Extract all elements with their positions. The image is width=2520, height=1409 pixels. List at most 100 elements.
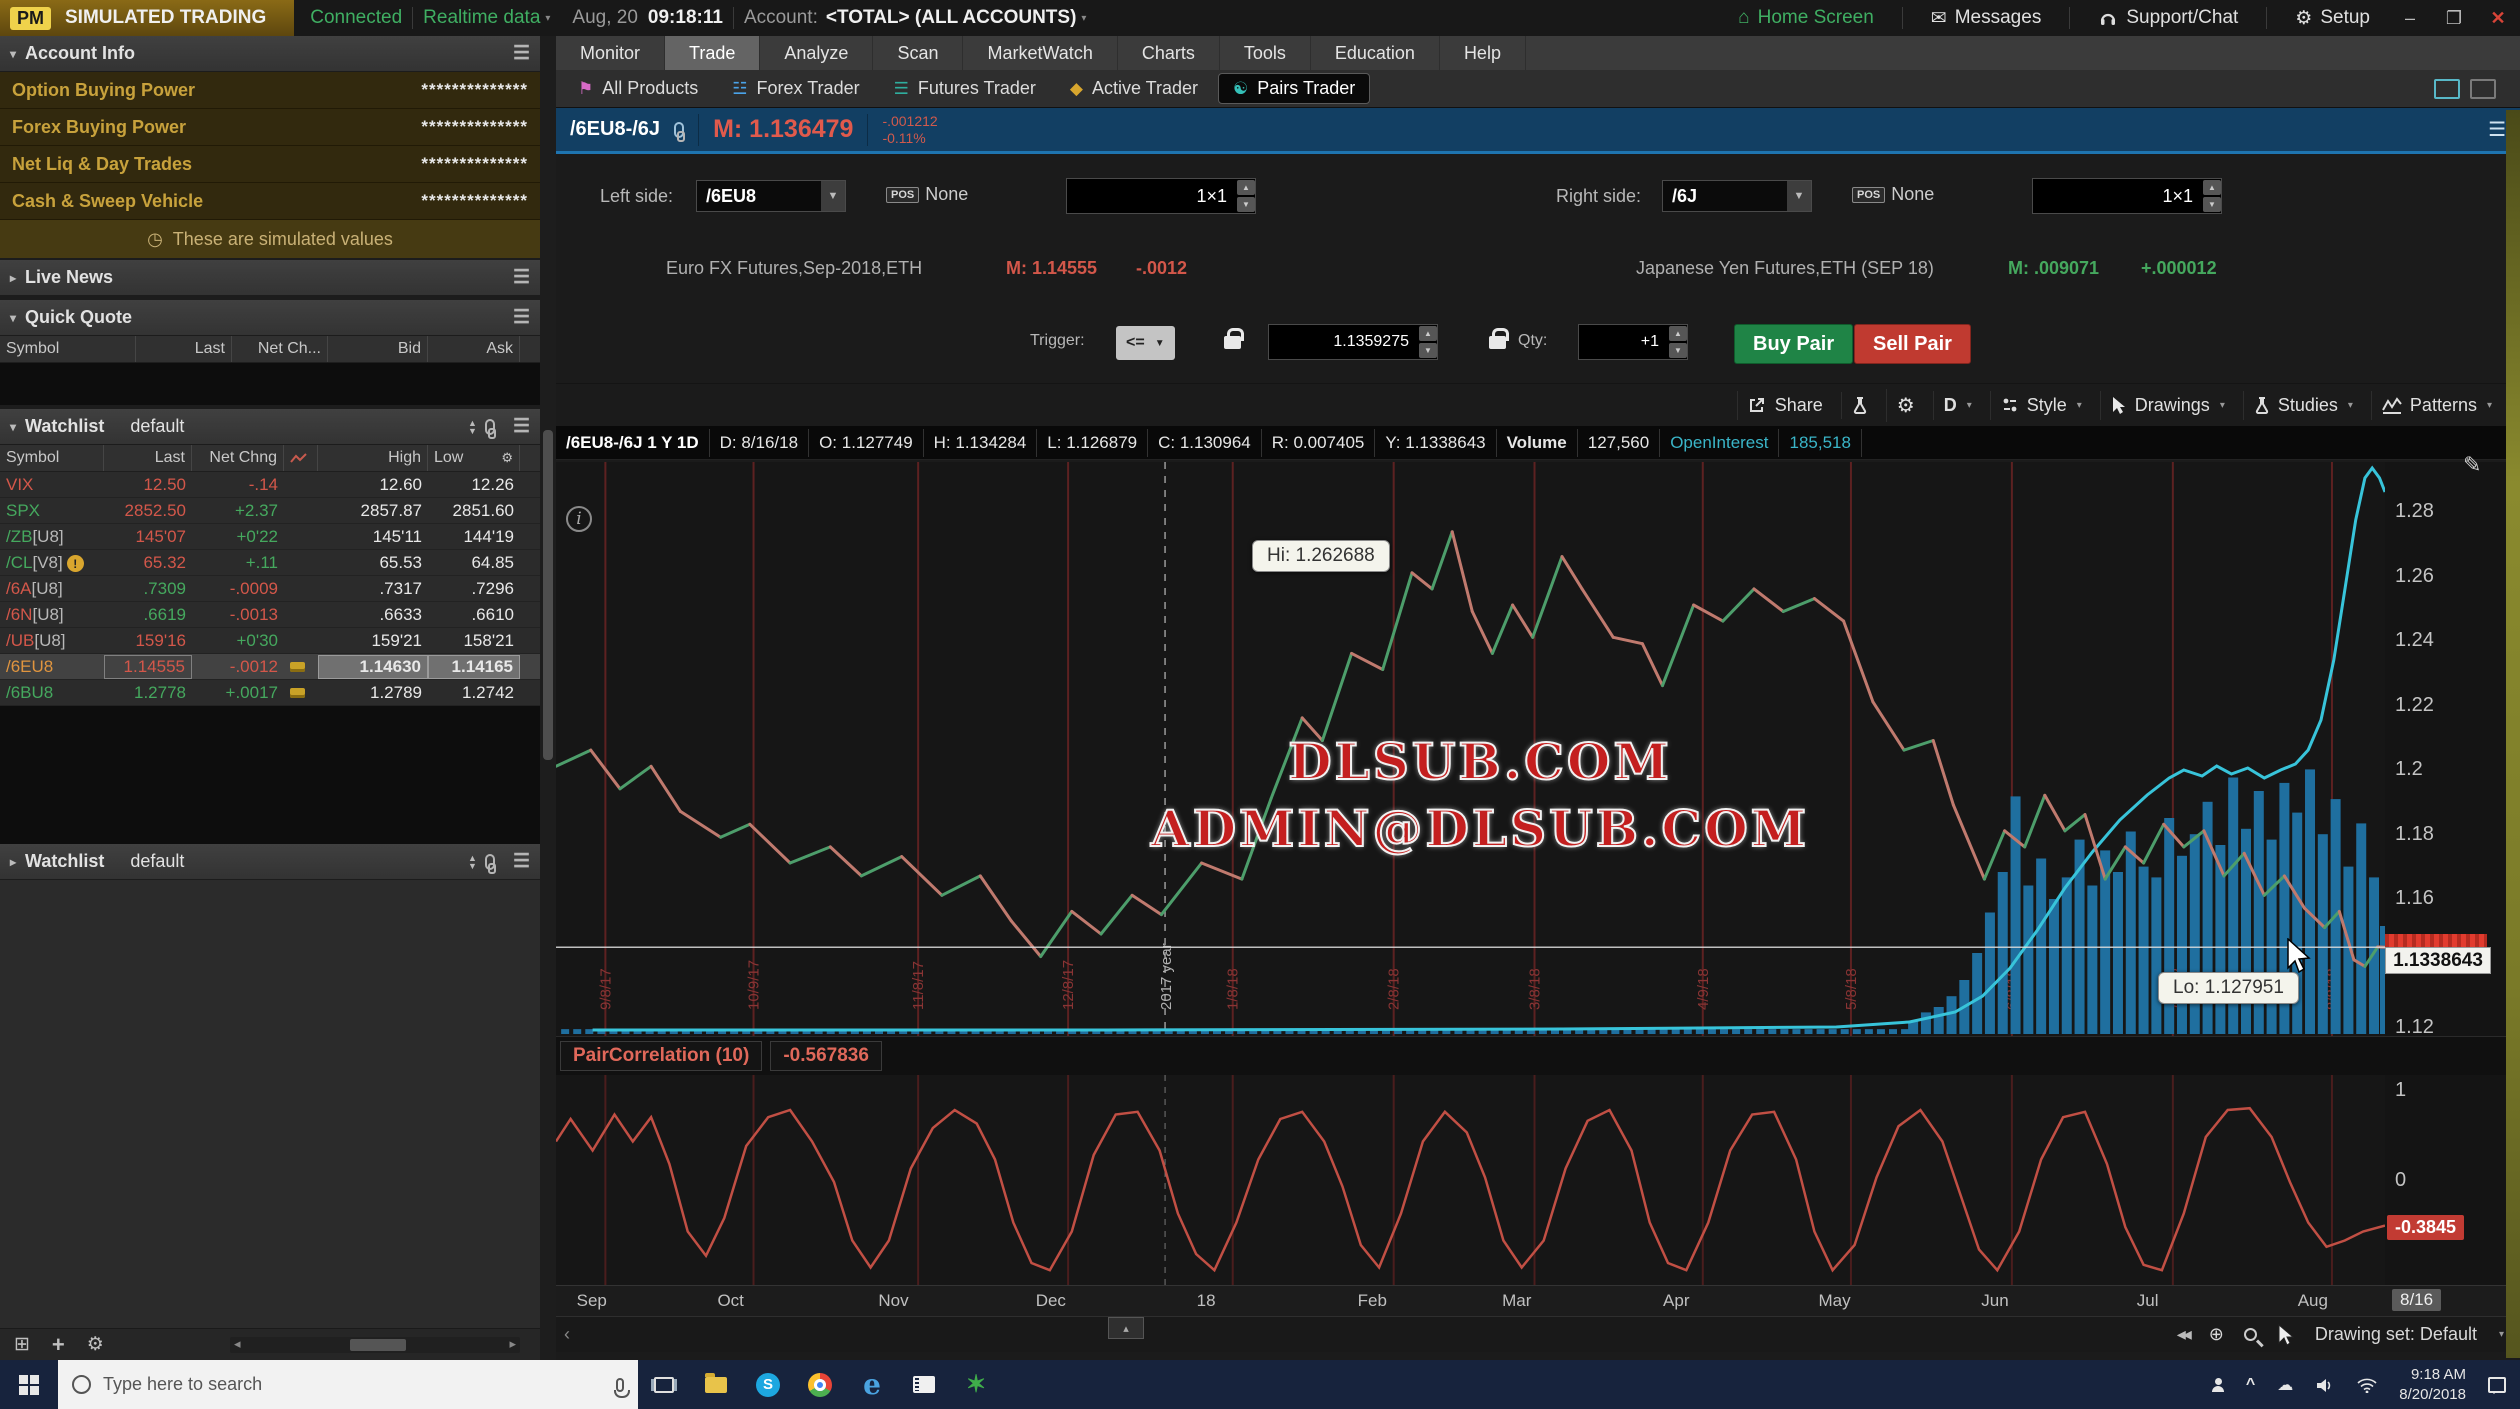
lock-icon[interactable] [1224,336,1241,349]
zoom-out-icon[interactable] [2244,1328,2257,1341]
watchlist-row-spx[interactable]: SPX2852.50+2.372857.872851.60 [0,498,540,524]
info-icon[interactable]: i [566,506,592,532]
account-info-header[interactable]: ▾ Account Info ☰ [0,36,540,72]
menu-icon[interactable]: ☰ [513,415,530,438]
quick-quote-header[interactable]: ▾ Quick Quote ☰ [0,300,540,336]
watchlist-row-vix[interactable]: VIX12.50-.1412.6012.26 [0,472,540,498]
scroll-right-icon[interactable]: ▸ [509,1336,516,1352]
link-icon[interactable] [674,122,684,138]
live-news-header[interactable]: ▸ Live News ☰ [0,260,540,296]
subtab-active-trader[interactable]: ◆Active Trader [1056,74,1212,103]
sidebar-scrollbar[interactable] [540,36,556,1360]
wl-col-last[interactable]: Last [104,445,192,471]
qq-col-bid[interactable]: Bid [328,336,428,362]
gear-icon[interactable]: ⚙ [87,1333,104,1356]
chart-settings-button[interactable]: ⚙ [1886,389,1925,422]
menu-item-marketwatch[interactable]: MarketWatch [963,36,1117,70]
watchlist-row--6n[interactable]: /6N[U8].6619-.0013.6633.6610 [0,602,540,628]
watchlist-row--6bu8[interactable]: /6BU81.2778+.00171.27891.2742 [0,680,540,706]
scrollbar-thumb[interactable] [350,1339,406,1351]
menu-icon[interactable]: ☰ [2488,117,2506,142]
subtab-futures-trader[interactable]: ☰Futures Trader [880,74,1050,103]
right-ratio-input[interactable]: 1×1 ▲▼ [2032,178,2222,214]
pm-badge[interactable]: PM [10,7,51,30]
watchlist-header[interactable]: ▾ Watchlist default ▲▼ ☰ [0,409,540,445]
pencil-icon[interactable]: ✎ [2463,452,2481,478]
price-chart-plot[interactable]: 9/8/1710/9/1711/8/1712/8/171/8/182/8/183… [556,462,2385,1036]
scroll-left-icon[interactable]: ‹ [556,1324,570,1345]
lock-icon[interactable] [1489,336,1506,349]
qty-input[interactable]: +1 ▲▼ [1578,324,1688,360]
correlation-plot[interactable] [556,1075,2385,1285]
subtab-all-products[interactable]: ⚑All Products [564,74,712,103]
tray-expand-icon[interactable]: ^ [2246,1376,2255,1394]
connection-status[interactable]: Connected [310,7,402,29]
chrome-button[interactable] [794,1360,846,1409]
menu-item-scan[interactable]: Scan [873,36,963,70]
watchlist2-header[interactable]: ▸ Watchlist default ▲▼ ☰ [0,844,540,880]
skype-button[interactable]: S [742,1360,794,1409]
stepper-buttons[interactable]: ▲▼ [1669,326,1687,358]
watchlist-row--cl[interactable]: /CL[V8]!65.32+.1165.5364.85 [0,550,540,576]
qq-col-symbol[interactable]: Symbol [0,336,136,362]
qq-col-last[interactable]: Last [136,336,232,362]
wl-col-high[interactable]: High [318,445,428,471]
task-view-button[interactable] [638,1360,690,1409]
panel-collapse-tab[interactable]: ▴ [1108,1317,1144,1339]
menu-icon[interactable]: ☰ [513,266,530,289]
menu-icon[interactable]: ☰ [513,850,530,873]
account-row-net-liq-day-trades[interactable]: Net Liq & Day Trades************** [0,146,540,183]
time-axis[interactable]: 8/16 SepOctNovDec18FebMarAprMayJunJulAug [556,1285,2520,1316]
taskbar-search[interactable]: Type here to search [58,1360,638,1409]
right-symbol-select[interactable]: /6J▼ [1662,180,1812,212]
internet-explorer-button[interactable]: e [846,1360,898,1409]
studies-button[interactable]: Studies▾ [2243,391,2363,420]
left-symbol-select[interactable]: /6EU8▼ [696,180,846,212]
account-row-cash-sweep-vehicle[interactable]: Cash & Sweep Vehicle************** [0,183,540,220]
scroll-left-icon[interactable]: ◂ [234,1336,241,1352]
share-button[interactable]: Share [1737,391,1833,420]
timeframe-button[interactable]: D▾ [1933,391,1982,420]
link-icon[interactable] [485,854,495,870]
buy-pair-button[interactable]: Buy Pair [1734,324,1853,364]
watchlist2-name-dropdown[interactable]: default [130,851,184,872]
watchlist-row--6a[interactable]: /6A[U8].7309-.0009.7317.7296 [0,576,540,602]
pair-symbol[interactable]: /6EU8-/6J [570,118,660,141]
watchlist-name-dropdown[interactable]: default [130,416,184,437]
account-row-forex-buying-power[interactable]: Forex Buying Power************** [0,109,540,146]
cursor-icon[interactable] [2277,1324,2295,1346]
file-explorer-button[interactable] [690,1360,742,1409]
onedrive-cloud-icon[interactable]: ☁ [2277,1375,2293,1395]
thinkorswim-app-button[interactable]: ✶ [950,1360,1002,1409]
subtab-forex-trader[interactable]: ☳Forex Trader [718,74,873,103]
sell-pair-button[interactable]: Sell Pair [1854,324,1971,364]
action-center-icon[interactable] [2488,1377,2506,1393]
add-gadget-button[interactable]: + [52,1332,65,1358]
menu-item-education[interactable]: Education [1311,36,1440,70]
start-button[interactable] [0,1360,58,1409]
qq-col-ask[interactable]: Ask [428,336,520,362]
account-row-option-buying-power[interactable]: Option Buying Power************** [0,72,540,109]
wl-col-net-chng[interactable]: Net Chng [192,445,284,471]
taskbar-clock[interactable]: 9:18 AM8/20/2018 [2399,1365,2466,1404]
watchlist-row--zb[interactable]: /ZB[U8]145'07+0'22145'11144'19 [0,524,540,550]
trigger-price-input[interactable]: 1.1359275 ▲▼ [1268,324,1438,360]
layout-icon[interactable] [2434,79,2460,99]
support-chat-button[interactable]: Support/Chat [2080,0,2256,36]
price-axis[interactable]: ✎ 1.1338643 1.281.261.241.221.21.181.161… [2385,462,2520,1036]
qq-col-net-ch-[interactable]: Net Ch... [232,336,328,362]
network-icon[interactable] [2357,1377,2377,1393]
microphone-icon[interactable] [616,1378,624,1392]
menu-item-monitor[interactable]: Monitor [556,36,665,70]
wl-col-chart[interactable] [284,445,318,471]
menu-icon[interactable]: ☰ [513,306,530,329]
style-button[interactable]: Style▾ [1990,391,2092,420]
setup-button[interactable]: ⚙ Setup [2277,0,2388,36]
stepper-buttons[interactable]: ▲▼ [1237,180,1255,212]
stepper-buttons[interactable]: ▲▼ [1419,326,1437,358]
link-icon[interactable] [485,419,495,435]
menu-item-help[interactable]: Help [1440,36,1526,70]
watchlist-row--ub[interactable]: /UB[U8]159'16+0'30159'21158'21 [0,628,540,654]
horizontal-scrollbar[interactable]: ◂ ▸ [230,1337,520,1353]
crosshair-target-icon[interactable]: ⊕ [2209,1324,2224,1345]
